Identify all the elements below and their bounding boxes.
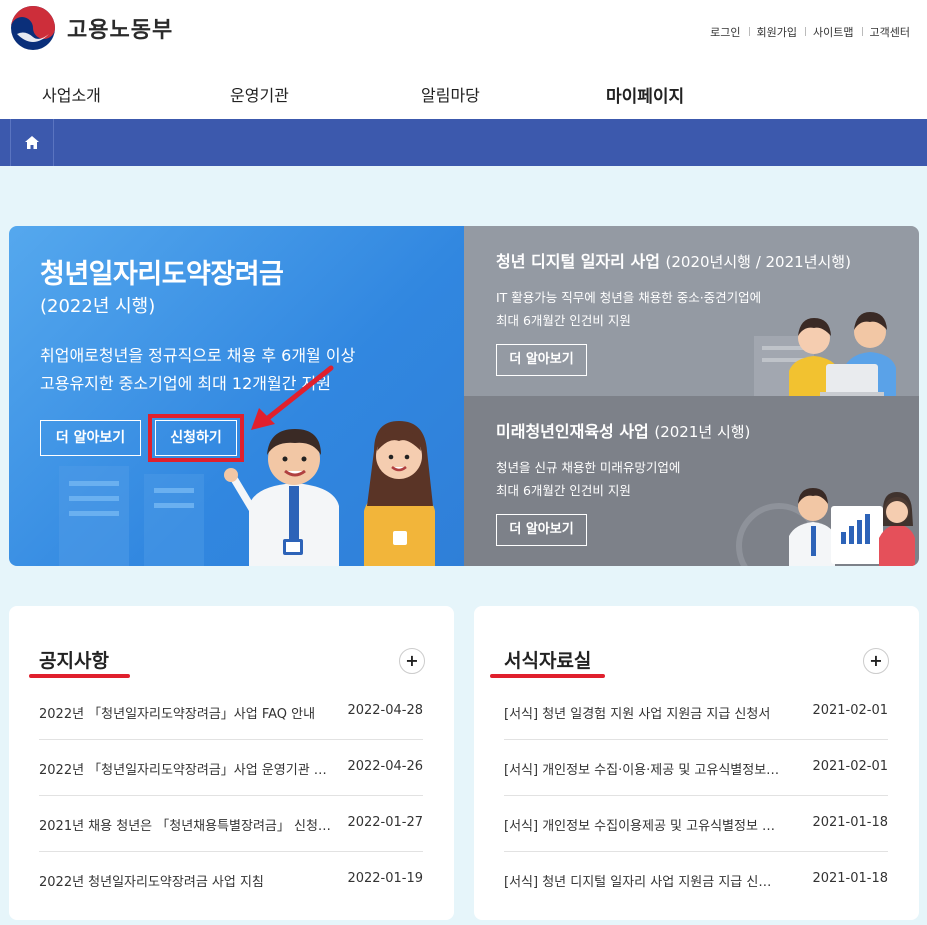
form-item-date: 2021-02-01 — [812, 759, 888, 774]
forms-card: 서식자료실 + [서식] 청년 일경험 지원 사업 지원금 지급 신청서 202… — [474, 606, 919, 920]
digital-jobs-title: 청년 디지털 일자리 사업 (2020년시행 / 2021년시행) — [496, 248, 851, 272]
digital-jobs-title-suffix: (2020년시행 / 2021년시행) — [665, 253, 851, 271]
form-item-title[interactable]: [서식] 청년 일경험 지원 사업 지원금 지급 신청서 — [504, 703, 802, 722]
list-item[interactable]: [서식] 개인정보 수집이용제공 및 고유식별정보 … 2021-01-18 — [504, 796, 888, 852]
future-desc-line1: 청년을 신규 채용한 미래유망기업에 — [496, 460, 681, 475]
hero-desc-line2: 고용유지한 중소기업에 최대 12개월간 지원 — [40, 374, 331, 393]
customer-center-link[interactable]: 고객센터 — [861, 24, 918, 40]
notice-item-date: 2022-01-19 — [347, 871, 423, 886]
form-item-title[interactable]: [서식] 청년 디지털 일자리 사업 지원금 지급 신… — [504, 871, 802, 890]
nav-item-operators[interactable]: 운영기관 — [230, 82, 289, 106]
notice-title: 공지사항 — [39, 650, 109, 672]
list-item[interactable]: [서식] 청년 디지털 일자리 사업 지원금 지급 신… 2021-01-18 — [504, 852, 888, 908]
main-content: 청년일자리도약장려금 (2022년 시행) 취업애로청년을 정규직으로 채용 후… — [0, 166, 927, 925]
logo-text: 고용노동부 — [67, 18, 174, 43]
location-bar — [0, 119, 927, 166]
hero-more-button[interactable]: 더 알아보기 — [40, 420, 141, 456]
hero-youth-jobs: 청년일자리도약장려금 (2022년 시행) 취업애로청년을 정규직으로 채용 후… — [9, 226, 464, 566]
forms-more-plus-button[interactable]: + — [863, 648, 889, 674]
home-button[interactable] — [10, 119, 54, 166]
notice-item-title[interactable]: 2022년 청년일자리도약장려금 사업 지침 — [39, 871, 339, 890]
notice-item-title[interactable]: 2022년 「청년일자리도약장려금」사업 FAQ 안내 — [39, 703, 339, 722]
form-item-title[interactable]: [서식] 개인정보 수집이용제공 및 고유식별정보 … — [504, 815, 802, 834]
notice-item-date: 2022-04-26 — [347, 759, 423, 774]
hero-desc-line1: 취업애로청년을 정규직으로 채용 후 6개월 이상 — [40, 346, 356, 365]
future-more-button[interactable]: 더 알아보기 — [496, 514, 587, 546]
future-talent-description: 청년을 신규 채용한 미래유망기업에 최대 6개월간 인건비 지원 — [496, 456, 786, 502]
notice-more-plus-button[interactable]: + — [399, 648, 425, 674]
hero-title: 청년일자리도약장려금 — [40, 259, 284, 290]
notice-title-underline — [29, 674, 130, 678]
notice-item-title[interactable]: 2021년 채용 청년은 「청년채용특별장려금」 신청… — [39, 815, 339, 834]
digital-jobs-title-main: 청년 디지털 일자리 사업 — [496, 252, 660, 271]
forms-list: [서식] 청년 일경험 지원 사업 지원금 지급 신청서 2021-02-01 … — [504, 684, 888, 908]
future-talent-title-suffix: (2021년 시행) — [654, 423, 751, 441]
notice-item-title[interactable]: 2022년 「청년일자리도약장려금」사업 운영기관 … — [39, 759, 339, 778]
digital-jobs-description: IT 활용가능 직무에 청년을 채용한 중소·중견기업에 최대 6개월간 인건비… — [496, 286, 786, 332]
notice-item-date: 2022-01-27 — [347, 815, 423, 830]
forms-title: 서식자료실 — [504, 650, 592, 672]
list-item[interactable]: 2022년 「청년일자리도약장려금」사업 FAQ 안내 2022-04-28 — [39, 684, 423, 740]
list-item[interactable]: 2022년 청년일자리도약장려금 사업 지침 2022-01-19 — [39, 852, 423, 908]
signup-link[interactable]: 회원가입 — [748, 24, 805, 40]
future-talent-panel: 미래청년인재육성 사업 (2021년 시행) 청년을 신규 채용한 미래유망기업… — [464, 396, 919, 566]
utility-links: 로그인 회원가입 사이트맵 고객센터 — [702, 24, 918, 40]
hero-subtitle: (2022년 시행) — [40, 296, 156, 317]
form-item-date: 2021-02-01 — [812, 703, 888, 718]
notice-list: 2022년 「청년일자리도약장려금」사업 FAQ 안내 2022-04-28 2… — [39, 684, 423, 908]
main-navigation: 사업소개 운영기관 알림마당 마이페이지 — [0, 62, 927, 119]
form-item-title[interactable]: [서식] 개인정보 수집·이용·제공 및 고유식별정보… — [504, 759, 802, 778]
future-talent-title: 미래청년인재육성 사업 (2021년 시행) — [496, 418, 750, 442]
forms-title-underline — [490, 674, 605, 678]
future-desc-line2: 최대 6개월간 인건비 지원 — [496, 483, 631, 498]
login-link[interactable]: 로그인 — [702, 24, 748, 40]
digital-more-button[interactable]: 더 알아보기 — [496, 344, 587, 376]
list-item[interactable]: 2021년 채용 청년은 「청년채용특별장려금」 신청… 2022-01-27 — [39, 796, 423, 852]
list-item[interactable]: [서식] 개인정보 수집·이용·제공 및 고유식별정보… 2021-02-01 — [504, 740, 888, 796]
notice-card: 공지사항 + 2022년 「청년일자리도약장려금」사업 FAQ 안내 2022-… — [9, 606, 454, 920]
list-item[interactable]: 2022년 「청년일자리도약장려금」사업 운영기관 … 2022-04-26 — [39, 740, 423, 796]
digital-desc-line1: IT 활용가능 직무에 청년을 채용한 중소·중견기업에 — [496, 290, 762, 305]
notice-item-date: 2022-04-28 — [347, 703, 423, 718]
digital-desc-line2: 최대 6개월간 인건비 지원 — [496, 313, 631, 328]
digital-jobs-panel: 청년 디지털 일자리 사업 (2020년시행 / 2021년시행) IT 활용가… — [464, 226, 919, 396]
sitemap-link[interactable]: 사이트맵 — [805, 24, 861, 40]
nav-item-business[interactable]: 사업소개 — [42, 82, 101, 106]
taegeuk-logo-icon — [11, 6, 55, 50]
future-talent-title-main: 미래청년인재육성 사업 — [496, 422, 649, 441]
form-item-date: 2021-01-18 — [812, 871, 888, 886]
young-workers-illustration — [224, 421, 435, 566]
list-item[interactable]: [서식] 청년 일경험 지원 사업 지원금 지급 신청서 2021-02-01 — [504, 684, 888, 740]
home-icon — [25, 136, 39, 149]
nav-item-notice[interactable]: 알림마당 — [421, 82, 480, 106]
nav-item-mypage[interactable]: 마이페이지 — [606, 82, 684, 107]
site-logo[interactable]: 고용노동부 — [9, 4, 173, 52]
form-item-date: 2021-01-18 — [812, 815, 888, 830]
hero-description: 취업애로청년을 정규직으로 채용 후 6개월 이상 고용유지한 중소기업에 최대… — [40, 342, 430, 398]
site-header: 고용노동부 로그인 회원가입 사이트맵 고객센터 — [0, 0, 927, 62]
hero-banner: 청년일자리도약장려금 (2022년 시행) 취업애로청년을 정규직으로 채용 후… — [9, 226, 919, 566]
